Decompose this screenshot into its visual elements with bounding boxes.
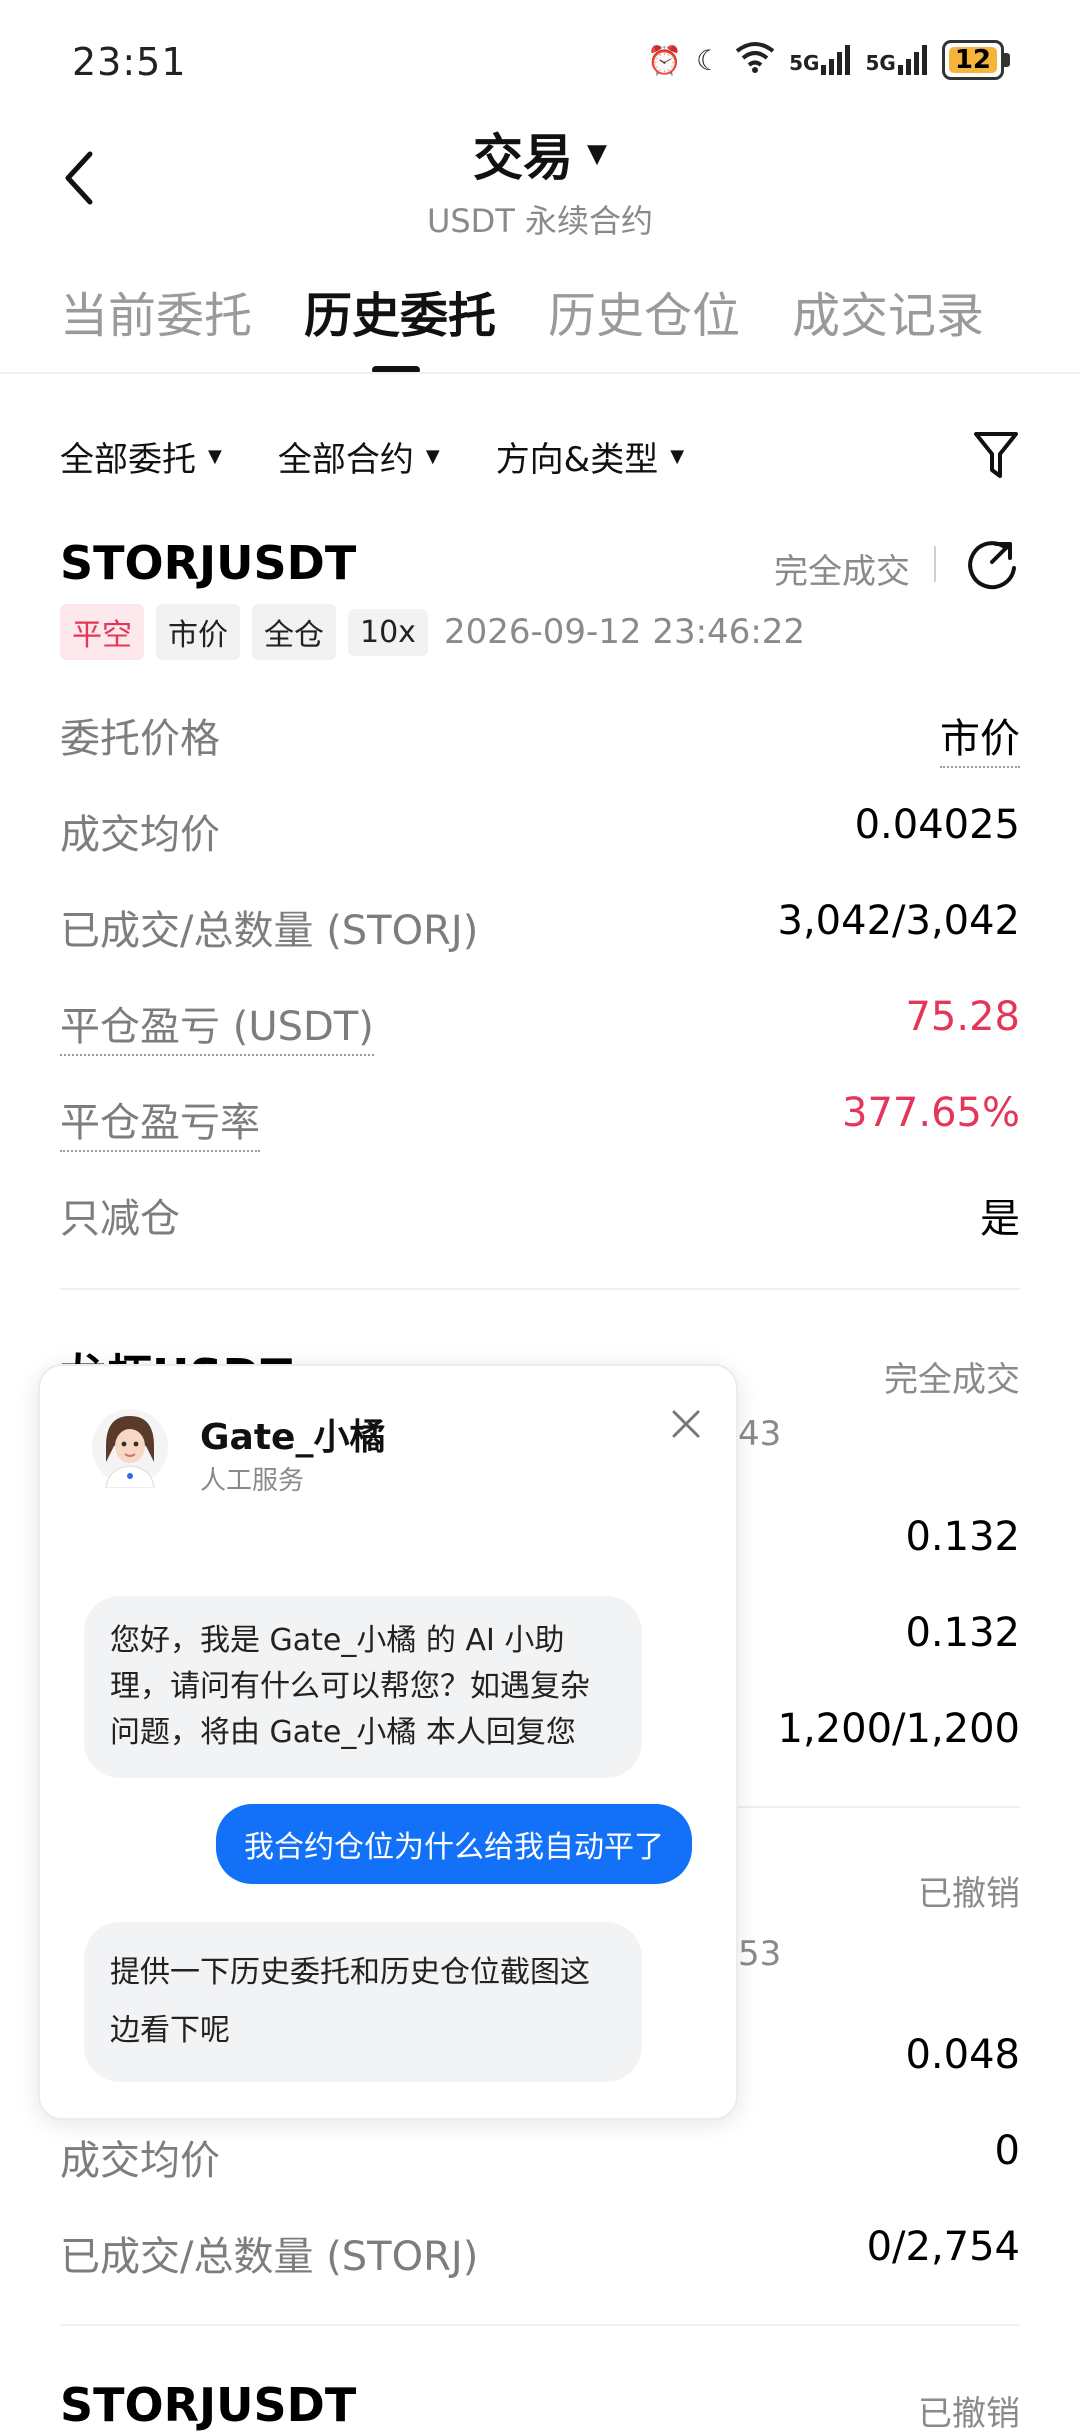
filter-label: 全部合约 <box>277 440 414 480</box>
order-symbol[interactable]: STORJUSDT <box>60 536 356 590</box>
tab-order-history[interactable]: 历史委托 <box>304 276 496 346</box>
row-label: 已成交/总数量 (STORJ) <box>60 2234 479 2280</box>
order-time: 2026-09-12 23:46:22 <box>443 612 806 652</box>
row-value: 0.132 <box>905 1610 1020 1656</box>
chat-message-bot: 您好，我是 Gate_小橘 的 AI 小助理，请问有什么可以帮您？如遇复杂问题，… <box>84 1596 642 1778</box>
signal-icon-2: 5G <box>865 45 927 75</box>
signal-5g-label-2: 5G <box>865 51 896 75</box>
order-symbol[interactable]: STORJUSDT <box>60 2378 356 2432</box>
row-label[interactable]: 平仓盈亏 (USDT) <box>60 994 374 1056</box>
caret-down-icon: ▼ <box>208 446 222 467</box>
order-status: 已撤销 <box>918 2394 1020 2434</box>
row-value[interactable]: 市价 <box>940 706 1020 768</box>
status-icons: ⏰ ☾ 5G 5G 12 <box>647 40 1010 80</box>
status-time: 23:51 <box>72 40 187 84</box>
wifi-icon <box>735 41 775 80</box>
close-icon[interactable] <box>670 1408 702 1440</box>
filter-bar: 全部委托 ▼ 全部合约 ▼ 方向&类型 ▼ <box>60 432 684 481</box>
caret-down-icon: ▼ <box>587 139 607 169</box>
order-time-partial: 43 <box>738 1414 782 1454</box>
tabs-divider <box>0 372 1080 374</box>
battery-level: 12 <box>948 45 997 75</box>
share-icon[interactable] <box>966 538 1020 592</box>
page-title-dropdown[interactable]: 交易 ▼ <box>473 118 607 190</box>
battery-icon: 12 <box>941 40 1004 80</box>
signal-5g-label: 5G <box>789 51 820 75</box>
order-tags: 平空 市价 全仓 10x 2026-09-12 23:46:22 <box>60 604 805 660</box>
filter-direction-type[interactable]: 方向&类型 ▼ <box>496 432 684 481</box>
row-value: 是 <box>980 1196 1020 1242</box>
chat-message-user: 我合约仓位为什么给我自动平了 <box>216 1804 692 1884</box>
row-value: 1,200/1,200 <box>777 1706 1021 1752</box>
caret-down-icon: ▼ <box>670 446 685 467</box>
order-time-partial: 53 <box>738 1934 782 1974</box>
pnl-rate-value: 377.65% <box>842 1090 1020 1136</box>
card-divider <box>60 2324 1020 2326</box>
tab-trade-records[interactable]: 成交记录 <box>792 276 984 346</box>
tab-position-history[interactable]: 历史仓位 <box>548 276 740 346</box>
filter-contract[interactable]: 全部合约 ▼ <box>278 432 440 481</box>
filter-label: 方向&类型 <box>495 440 659 480</box>
support-chat-popup[interactable]: Gate_小橘 人工服务 您好，我是 Gate_小橘 的 AI 小助理，请问有什… <box>38 1364 738 2120</box>
header: 交易 ▼ USDT 永续合约 <box>0 118 1080 242</box>
order-status: 已撤销 <box>918 1874 1020 1914</box>
filter-order-type[interactable]: 全部委托 ▼ <box>60 432 222 481</box>
row-value: 0.132 <box>905 1514 1020 1560</box>
page-title: 交易 <box>473 129 573 187</box>
pnl-value: 75.28 <box>905 994 1020 1040</box>
caret-down-icon: ▼ <box>425 446 440 467</box>
order-status: 完全成交 <box>884 1360 1020 1400</box>
row-label: 成交均价 <box>60 2138 220 2184</box>
assistant-avatar <box>92 1409 168 1488</box>
chat-agent-role: 人工服务 <box>200 1466 305 1496</box>
chat-message-bot: 提供一下历史委托和历史仓位截图这边看下呢 <box>84 1922 642 2082</box>
chat-agent-name: Gate_小橘 <box>200 1417 386 1458</box>
battery-tip <box>1004 53 1010 67</box>
order-status: 完全成交 <box>774 552 910 592</box>
row-label: 委托价格 <box>60 716 220 762</box>
card-divider <box>60 1288 1020 1290</box>
tab-current-orders[interactable]: 当前委托 <box>60 276 252 346</box>
filter-label: 全部委托 <box>60 440 196 480</box>
alarm-icon: ⏰ <box>647 43 683 77</box>
funnel-filter-icon[interactable] <box>972 428 1020 482</box>
moon-icon: ☾ <box>696 43 722 77</box>
tag-leverage: 10x <box>348 608 428 656</box>
row-value: 0/2,754 <box>866 2224 1020 2270</box>
row-label: 成交均价 <box>60 812 220 858</box>
page-subtitle: USDT 永续合约 <box>426 202 654 240</box>
row-value: 0.04025 <box>854 802 1020 848</box>
signal-icon: 5G <box>789 45 851 75</box>
tag-order-type: 市价 <box>156 604 240 660</box>
tag-margin-mode: 全仓 <box>252 604 336 660</box>
row-label[interactable]: 平仓盈亏率 <box>60 1090 260 1152</box>
row-label: 已成交/总数量 (STORJ) <box>60 908 479 954</box>
row-label: 只减仓 <box>60 1196 180 1242</box>
tag-direction: 平空 <box>60 604 144 660</box>
row-value: 0 <box>994 2128 1020 2174</box>
row-value: 3,042/3,042 <box>777 898 1021 944</box>
tab-bar: 当前委托 历史委托 历史仓位 成交记录 <box>60 276 984 346</box>
status-divider <box>934 546 936 582</box>
row-value: 0.048 <box>905 2032 1020 2078</box>
